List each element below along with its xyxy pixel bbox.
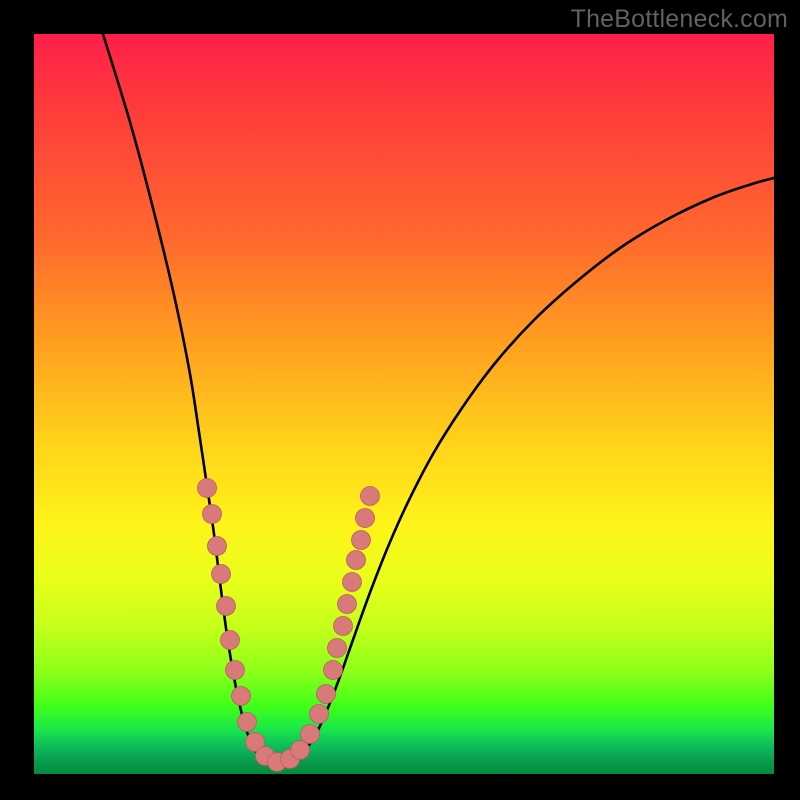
data-marker [317,685,336,704]
chart-frame: TheBottleneck.com [0,0,800,800]
data-marker [212,565,231,584]
data-marker [328,639,347,658]
data-marker [301,725,320,744]
data-marker [338,595,357,614]
marker-group-right [281,487,380,769]
data-marker [352,531,371,550]
data-marker [343,573,362,592]
data-marker [347,551,366,570]
data-marker [361,487,380,506]
data-marker [238,713,257,732]
plot-background [34,34,774,774]
data-marker [334,617,353,636]
data-marker [324,661,343,680]
marker-group-left [198,479,287,772]
data-marker [208,537,227,556]
chart-svg [34,34,774,774]
data-marker [356,509,375,528]
data-marker [226,661,245,680]
data-marker [198,479,217,498]
data-marker [217,597,236,616]
data-marker [203,505,222,524]
watermark-text: TheBottleneck.com [571,5,788,34]
bottleneck-curve [103,34,774,764]
data-marker [232,687,251,706]
data-marker [291,741,310,760]
data-marker [221,631,240,650]
data-marker [310,705,329,724]
